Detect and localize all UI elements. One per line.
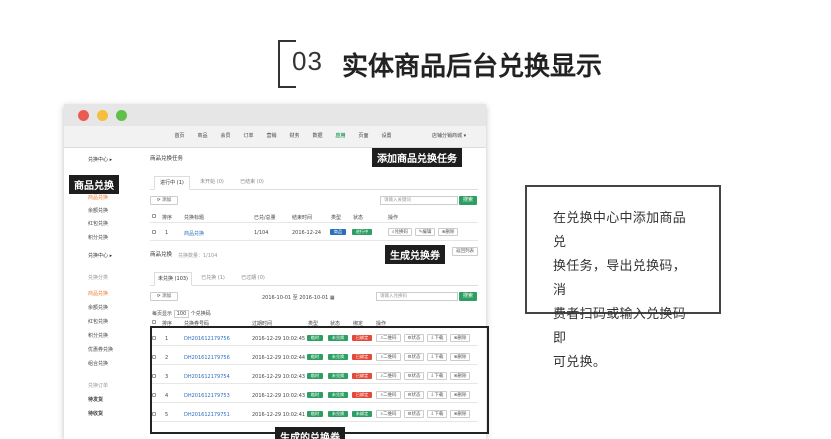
code-search-button[interactable]: 搜索 <box>459 292 477 301</box>
top-nav-item[interactable]: 订单 <box>237 132 260 139</box>
task-row-end: 2016-12-24 <box>292 230 322 236</box>
task-section-title: 商品兑换任务 <box>150 156 184 162</box>
task-search-input[interactable]: 请输入关键词 <box>380 196 458 205</box>
add-code-button[interactable]: ⟳ 添加 <box>150 292 178 301</box>
code-select-all-checkbox[interactable] <box>152 320 156 324</box>
top-nav-item[interactable]: 营销 <box>260 132 283 139</box>
back-to-list-button[interactable]: 返回列表 <box>452 247 478 256</box>
info-box: 在兑换中心中添加商品兑 换任务，导出兑换码，消 费者扫码或输入兑换码即 可兑换。 <box>525 185 721 370</box>
task-col-actions: 操作 <box>388 215 399 221</box>
sidebar-item[interactable]: 积分兑换 <box>88 234 108 241</box>
task-row-sort: 1 <box>165 230 169 236</box>
task-row-title-link[interactable]: 商品兑换 <box>184 230 204 237</box>
top-nav-item[interactable]: 会员 <box>214 132 237 139</box>
top-nav-item[interactable]: 商品 <box>191 132 214 139</box>
callout-generate-code: 生成兑换券 <box>385 245 445 264</box>
code-section-count: 兑换数量：1/104 <box>178 253 218 259</box>
per-page-select[interactable]: 100 <box>173 310 190 318</box>
divider <box>150 222 478 223</box>
callout-goods-exchange: 商品兑换 <box>69 175 119 194</box>
top-nav-item[interactable]: 设置 <box>375 132 398 139</box>
task-row-type-badge: 商品 <box>330 229 346 235</box>
task-col-sort: 排序 <box>162 215 173 221</box>
top-nav-item[interactable]: 页面 <box>352 132 375 139</box>
top-nav-item[interactable]: 首页 <box>168 132 191 139</box>
tab-in-progress[interactable]: 进行中 (1) <box>154 176 190 190</box>
callout-generated-codes: 生成的兑换券 <box>275 427 345 439</box>
task-row-checkbox[interactable] <box>152 230 156 234</box>
heading-number: 03 <box>292 46 323 76</box>
task-col-type: 类型 <box>331 215 342 221</box>
sidebar-item[interactable]: 待发货 <box>88 396 103 403</box>
sidebar-item[interactable]: 待收货 <box>88 410 103 417</box>
sidebar-item[interactable]: 余额兑换 <box>88 304 108 311</box>
date-range-filter[interactable]: 2016-10-01 至 2016-10-01 ▦ <box>262 294 335 301</box>
per-page-control: 每页显示 100 个兑换码 <box>152 310 211 318</box>
add-task-button[interactable]: ⟳ 添加 <box>150 196 178 205</box>
task-row-codes-button[interactable]: ⌕兑换码 <box>388 228 412 236</box>
calendar-icon: ▦ <box>328 295 335 301</box>
section-heading: 03 实体商品后台兑换显示 <box>278 40 618 88</box>
minimize-window-icon[interactable] <box>97 110 108 121</box>
generated-codes-highlight <box>150 326 489 434</box>
info-line: 可兑换。 <box>553 355 607 370</box>
tab-expired[interactable]: 已过期 (0) <box>236 272 270 286</box>
info-line: 在兑换中心中添加商品兑 <box>553 211 687 250</box>
tab-unredeemed[interactable]: 未兑换 (103) <box>154 272 192 286</box>
store-switcher[interactable]: 店铺分销商城 ▾ <box>432 132 466 139</box>
code-tabs: 未兑换 (103) 已兑换 (1) 已过期 (0) <box>150 272 478 286</box>
task-col-end: 结束时间 <box>292 215 313 221</box>
top-nav-items: 首页 商品 会员 订单 营销 财务 数据 应用 页面 设置 <box>168 132 398 139</box>
sidebar-item[interactable]: 红包兑换 <box>88 318 108 325</box>
code-section-title: 商品兑换 <box>150 252 173 258</box>
sidebar-item[interactable]: 商品兑换 <box>88 194 108 201</box>
divider <box>150 240 478 241</box>
code-search-input[interactable]: 请输入兑换码 <box>376 292 458 301</box>
task-col-status: 状态 <box>353 215 364 221</box>
sidebar-item: 兑换订单 <box>88 383 109 389</box>
task-col-ratio: 已兑/总量 <box>254 215 276 221</box>
sidebar-item[interactable]: 余额兑换 <box>88 207 108 214</box>
task-col-title: 兑换标题 <box>184 215 205 221</box>
task-select-all-checkbox[interactable] <box>152 214 156 218</box>
task-row-ratio: 1/104 <box>254 230 269 236</box>
tab-not-started[interactable]: 未开始 (0) <box>194 176 230 190</box>
heading-title: 实体商品后台兑换显示 <box>342 52 603 82</box>
top-nav-item[interactable]: 应用 <box>329 132 352 139</box>
top-navigation: 首页 商品 会员 订单 营销 财务 数据 应用 页面 设置 店铺分销商城 ▾ <box>64 126 486 148</box>
info-line: 费者扫码或输入兑换码即 <box>553 307 687 346</box>
sidebar-item[interactable]: 兑换中心 ▸ <box>88 156 112 163</box>
maximize-window-icon[interactable] <box>116 110 127 121</box>
info-line: 换任务，导出兑换码，消 <box>553 259 687 298</box>
sidebar-item[interactable]: 组合兑换 <box>88 360 108 367</box>
sidebar-item[interactable]: 兑换中心 ▸ <box>88 252 112 259</box>
task-search-button[interactable]: 搜索 <box>459 196 477 205</box>
top-nav-item[interactable]: 数据 <box>306 132 329 139</box>
sidebar-item[interactable]: 积分兑换 <box>88 332 108 339</box>
tab-ended[interactable]: 已结束 (0) <box>234 176 270 190</box>
task-row-delete-button[interactable]: ⊗删除 <box>438 228 458 236</box>
close-window-icon[interactable] <box>78 110 89 121</box>
task-row-status-badge: 进行中 <box>352 229 372 235</box>
task-row-edit-button[interactable]: ✎编辑 <box>415 228 435 236</box>
top-nav-item[interactable]: 财务 <box>283 132 306 139</box>
task-tabs: 进行中 (1) 未开始 (0) 已结束 (0) <box>150 176 478 190</box>
window-titlebar <box>64 104 486 126</box>
sidebar-item[interactable]: 商品兑换 <box>88 290 108 297</box>
tab-redeemed[interactable]: 已兑换 (1) <box>196 272 230 286</box>
sidebar-item: 兑换分类 <box>88 275 109 281</box>
sidebar-item[interactable]: 优惠券兑换 <box>88 346 113 353</box>
callout-add-task: 添加商品兑换任务 <box>372 148 462 167</box>
sidebar-item[interactable]: 红包兑换 <box>88 220 108 227</box>
